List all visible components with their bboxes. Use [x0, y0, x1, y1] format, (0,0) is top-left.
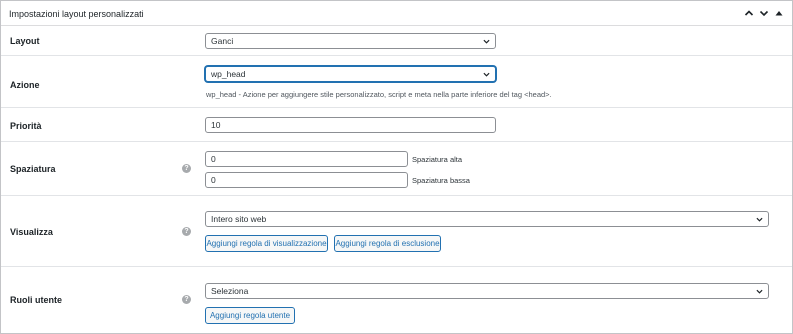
spaziatura-label: Spaziatura: [10, 164, 56, 174]
azione-description: wp_head - Azione per aggiungere stile pe…: [206, 90, 552, 99]
priorita-row: Priorità 10: [1, 109, 792, 142]
chevron-down-icon[interactable]: [757, 6, 771, 20]
spaziatura-bottom-input[interactable]: 0: [205, 172, 408, 188]
chevron-down-icon: [756, 216, 763, 223]
layout-row: Layout Ganci: [1, 27, 792, 56]
priorita-label: Priorità: [10, 121, 42, 131]
azione-row: Azione wp_head wp_head - Azione per aggi…: [1, 57, 792, 108]
help-icon[interactable]: ?: [182, 295, 191, 304]
ruoli-select[interactable]: Seleziona: [205, 283, 769, 299]
add-display-rule-button[interactable]: Aggiungi regola di visualizzazione: [205, 235, 328, 252]
chevron-down-icon: [483, 71, 490, 78]
azione-select[interactable]: wp_head: [205, 66, 496, 82]
azione-label: Azione: [10, 80, 40, 90]
help-icon[interactable]: ?: [182, 227, 191, 236]
azione-select-value: wp_head: [211, 69, 246, 79]
chevron-down-icon: [483, 38, 490, 45]
chevron-up-icon[interactable]: [742, 6, 756, 20]
visualizza-select-value: Intero sito web: [211, 214, 267, 224]
priorita-value: 10: [211, 120, 221, 130]
chevron-down-icon: [756, 288, 763, 295]
custom-layout-settings-panel: Impostazioni layout personalizzati Layou…: [0, 0, 793, 334]
visualizza-label: Visualizza: [10, 227, 53, 237]
panel-header: Impostazioni layout personalizzati: [1, 1, 792, 26]
triangle-up-icon[interactable]: [772, 6, 786, 20]
visualizza-select[interactable]: Intero sito web: [205, 211, 769, 227]
panel-title: Impostazioni layout personalizzati: [9, 9, 144, 19]
add-exclusion-rule-button[interactable]: Aggiungi regola di esclusione: [334, 235, 441, 252]
visualizza-row: Visualizza ? Intero sito web Aggiungi re…: [1, 197, 792, 267]
layout-select[interactable]: Ganci: [205, 33, 496, 49]
ruoli-row: Ruoli utente ? Seleziona Aggiungi regola…: [1, 268, 792, 334]
spaziatura-bottom-label: Spaziatura bassa: [412, 176, 470, 185]
priorita-input[interactable]: 10: [205, 117, 496, 133]
add-user-rule-button[interactable]: Aggiungi regola utente: [205, 307, 295, 324]
help-icon[interactable]: ?: [182, 164, 191, 173]
ruoli-select-value: Seleziona: [211, 286, 249, 296]
layout-select-value: Ganci: [211, 36, 234, 46]
ruoli-label: Ruoli utente: [10, 295, 62, 305]
spaziatura-top-label: Spaziatura alta: [412, 155, 463, 164]
spaziatura-top-value: 0: [211, 154, 216, 164]
spaziatura-row: Spaziatura ? 0 Spaziatura alta 0 Spaziat…: [1, 143, 792, 196]
spaziatura-bottom-value: 0: [211, 175, 216, 185]
layout-label: Layout: [10, 36, 40, 46]
spaziatura-top-input[interactable]: 0: [205, 151, 408, 167]
